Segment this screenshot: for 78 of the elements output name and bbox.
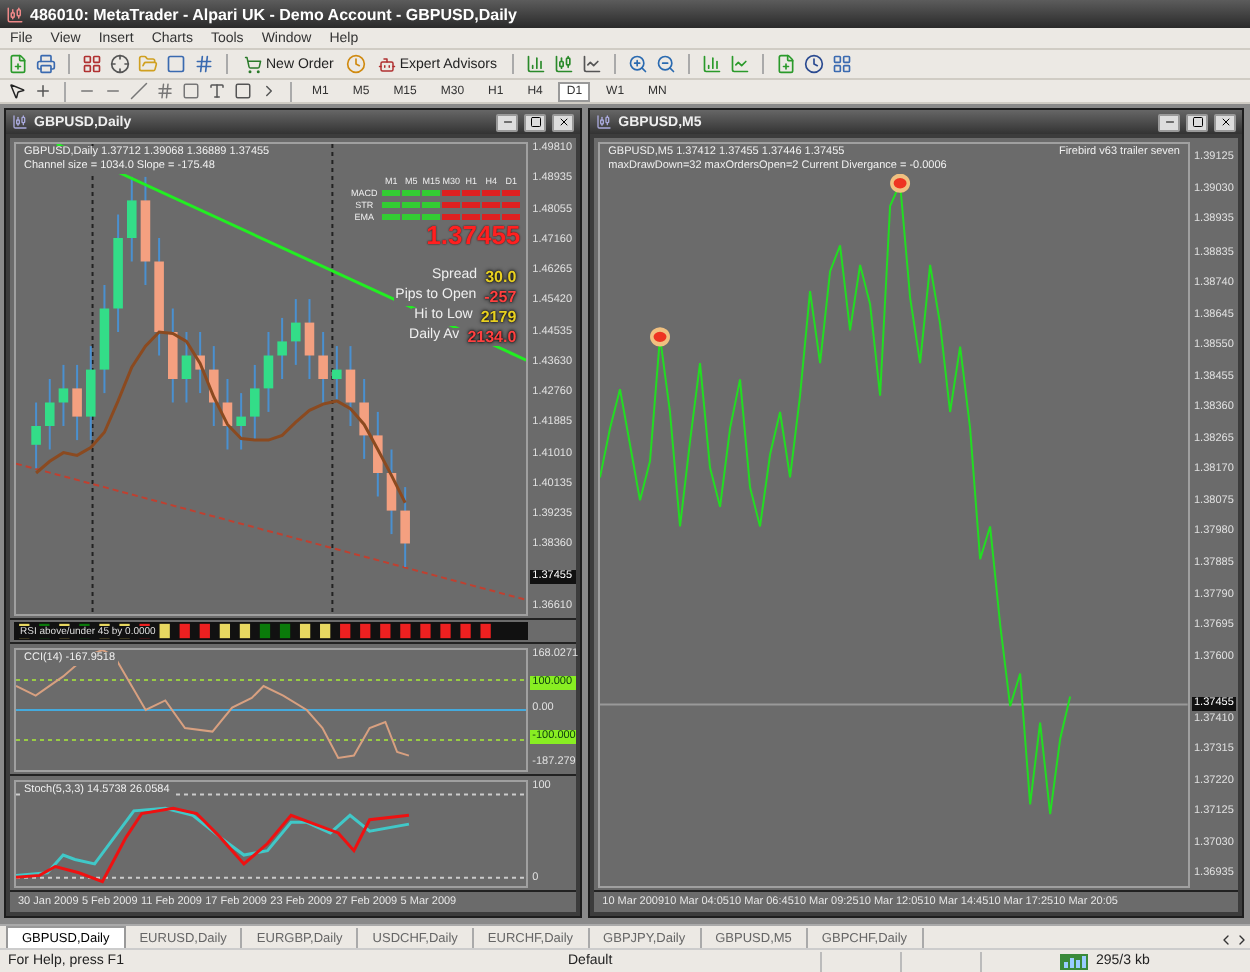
stat-value: 30.0 [485,268,517,286]
zoom-out-icon[interactable] [656,54,677,74]
candlestick [250,363,260,442]
candlestick [373,410,383,498]
candlestick [277,316,287,380]
close-button[interactable] [1214,113,1236,131]
window-title: 486010: MetaTrader - Alpari UK - Demo Account - GBPUSD,Daily [30,5,517,23]
app-icon [6,5,24,23]
candlestick [400,486,410,568]
candlestick [127,175,137,263]
current-price: 1.37455 [426,222,521,250]
close-button[interactable] [552,113,575,131]
crosshair-icon[interactable] [110,54,130,74]
scroll-right-icon[interactable] [1234,932,1250,948]
hash-icon[interactable] [194,54,214,74]
candlestick [58,363,69,427]
minimize-icon [1163,116,1175,128]
candlestick [99,284,110,395]
candlestick [181,331,192,404]
stat-value: 2179 [480,308,517,326]
bar-chart-icon[interactable] [702,54,723,74]
signal-marker [650,327,671,347]
maximize-button[interactable] [1186,113,1208,131]
candlestick [140,175,151,286]
maximize-icon [1191,116,1203,128]
candlestick [113,213,123,333]
close-icon [557,116,570,128]
candlestick [86,345,96,442]
candlestick [304,298,315,380]
window-icon[interactable] [166,54,186,74]
line-chart-icon[interactable] [582,54,603,74]
candlestick [359,378,369,460]
candlestick [45,378,55,451]
rectangle-icon[interactable] [182,82,200,100]
rectangle-icon[interactable] [234,82,252,100]
chart-icon [596,114,613,130]
signal-marker [890,173,911,193]
printer-icon[interactable] [36,54,56,74]
cursor-icon[interactable] [8,82,26,100]
candlestick [222,378,233,451]
line-chart-icon[interactable] [730,54,751,74]
connection-bars-icon [1060,953,1088,969]
candlestick [72,363,82,442]
robot-icon [377,55,396,73]
new-file-icon[interactable] [776,54,797,74]
candlestick [31,401,41,470]
bar-chart-icon[interactable] [526,54,547,74]
candlestick-icon[interactable] [554,54,575,74]
candlestick [386,448,397,536]
trend-line-icon[interactable] [130,82,148,100]
hash-icon[interactable] [156,82,174,100]
new-file-icon[interactable] [8,54,28,74]
maximize-icon [529,116,542,128]
candlestick [318,331,328,404]
candlestick [263,331,274,413]
chart-icon [12,114,28,130]
stat-value: 2134.0 [467,328,517,346]
crosshair-icon[interactable] [34,82,52,100]
candlestick [168,307,178,404]
candlestick [332,345,342,404]
zoom-in-icon[interactable] [628,54,649,74]
candlestick [345,345,356,427]
clock-icon[interactable] [804,54,825,74]
candlestick [236,392,246,451]
minimize-button[interactable] [496,113,519,131]
minimize-icon [501,116,514,128]
close-icon [1219,116,1231,128]
stat-value: -257 [484,288,517,306]
cart-icon [244,55,262,73]
grid-icon[interactable] [832,54,853,74]
candlestick [154,237,164,357]
text-icon[interactable] [208,82,226,100]
scroll-left-icon[interactable] [1218,932,1234,948]
candlestick [291,298,301,366]
minimize-button[interactable] [1158,113,1180,131]
grid-icon[interactable] [82,54,102,74]
candlestick [195,331,205,395]
maximize-button[interactable] [524,113,547,131]
